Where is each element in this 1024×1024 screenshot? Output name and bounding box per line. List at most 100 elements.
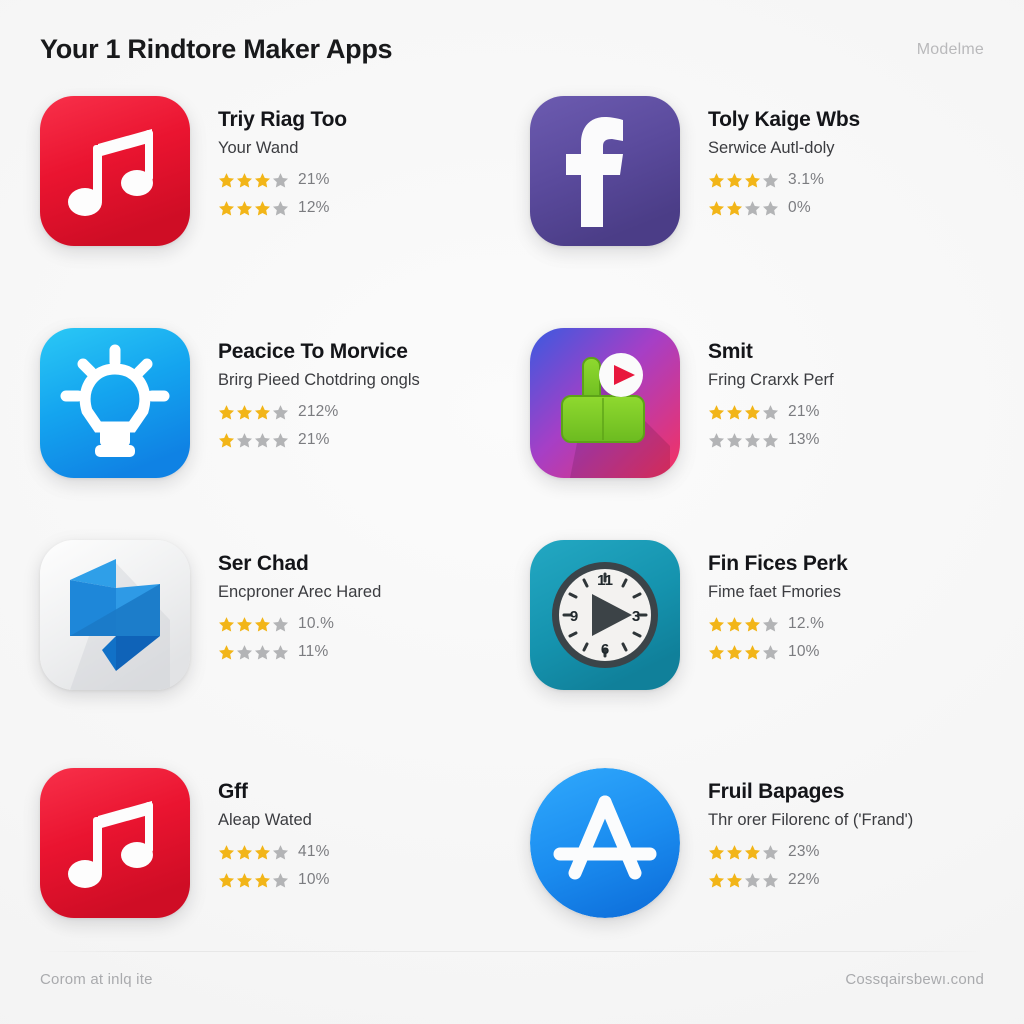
rating-percent: 3.1%	[788, 171, 825, 189]
app-info: Gff Aleap Wated 41% 10%	[218, 764, 330, 896]
rating-percent: 22%	[788, 871, 820, 889]
app-icon-wrap[interactable]	[526, 324, 684, 482]
music-note-icon[interactable]	[40, 768, 190, 918]
rating-row: 41%	[218, 840, 330, 865]
app-info: Ser Chad Encproner Arec Hared 10.% 11%	[218, 536, 381, 668]
app-card[interactable]: Peacice To Morvice Brirg Pieed Chotdring…	[36, 324, 526, 536]
rating-percent: 10%	[788, 643, 820, 661]
star-rating	[218, 872, 289, 889]
rating-row: 10%	[708, 640, 848, 665]
rating-row: 21%	[218, 428, 420, 453]
rating-percent: 41%	[298, 843, 330, 861]
footer-right-text: Cossqairsbewı.cond	[845, 970, 984, 988]
app-card[interactable]: Gff Aleap Wated 41% 10%	[36, 764, 526, 924]
app-subtitle: Thr orer Filorenc of ('Frand')	[708, 811, 914, 830]
app-icon-wrap[interactable]	[36, 764, 194, 922]
app-name: Gff	[218, 780, 248, 803]
rating-row: 212%	[218, 400, 420, 425]
app-card[interactable]: Smit Fring Crarxk Perf 21% 13%	[526, 324, 996, 536]
svg-text:9: 9	[570, 608, 578, 625]
app-icon-wrap[interactable]	[526, 92, 684, 250]
clock-play-icon[interactable]: 11 3 6 9	[530, 540, 680, 690]
star-rating	[708, 432, 779, 449]
app-store-icon[interactable]	[530, 768, 680, 918]
app-info: Fin Fices Perk Fime faet Fmories 12.% 10…	[708, 536, 848, 668]
facebook-f-icon[interactable]	[530, 96, 680, 246]
thumbs-up-play-icon[interactable]	[530, 328, 680, 478]
page-footer: Corom at inlq ite Cossqairsbewı.cond	[40, 964, 984, 994]
app-name: Toly Kaige Wbs	[708, 108, 860, 131]
folded-paper-icon[interactable]	[40, 540, 190, 690]
footer-divider	[36, 951, 988, 952]
rating-row: 10%	[218, 868, 330, 893]
app-icon-wrap[interactable]	[36, 536, 194, 694]
app-info: Smit Fring Crarxk Perf 21% 13%	[708, 324, 834, 456]
app-list-page: Your 1 Rindtore Maker Apps Modelme Triy …	[0, 0, 1024, 1024]
app-icon-wrap[interactable]	[36, 92, 194, 250]
rating-row: 12%	[218, 196, 347, 221]
app-name: Ser Chad	[218, 552, 309, 575]
rating-percent: 212%	[298, 403, 339, 421]
app-icon-wrap[interactable]	[526, 764, 684, 922]
app-subtitle: Fring Crarxk Perf	[708, 371, 834, 390]
app-card[interactable]: Toly Kaige Wbs Serwice Autl-doly 3.1% 0%	[526, 92, 996, 324]
app-icon-wrap[interactable]: 11 3 6 9	[526, 536, 684, 694]
app-subtitle: Serwice Autl-doly	[708, 139, 835, 158]
rating-percent: 10.%	[298, 615, 335, 633]
app-info: Fruil Bapages Thr orer Filorenc of ('Fra…	[708, 764, 913, 896]
rating-percent: 21%	[788, 403, 820, 421]
star-rating	[218, 404, 289, 421]
svg-text:11: 11	[597, 572, 613, 589]
rating-row: 10.%	[218, 612, 381, 637]
app-subtitle: Your Wand	[218, 139, 299, 158]
app-name: Smit	[708, 340, 753, 363]
app-grid: Triy Riag Too Your Wand 21% 12% Toly Kai…	[36, 92, 996, 924]
rating-row: 23%	[708, 840, 913, 865]
app-name: Fruil Bapages	[708, 780, 845, 803]
app-name: Peacice To Morvice	[218, 340, 408, 363]
rating-percent: 0%	[788, 199, 811, 217]
app-subtitle: Fime faet Fmories	[708, 583, 841, 602]
app-name: Fin Fices Perk	[708, 552, 848, 575]
rating-percent: 12%	[298, 199, 330, 217]
star-rating	[708, 404, 779, 421]
rating-percent: 21%	[298, 431, 330, 449]
rating-percent: 11%	[298, 643, 329, 661]
app-subtitle: Encproner Arec Hared	[218, 583, 382, 602]
star-rating	[708, 844, 779, 861]
page-header: Your 1 Rindtore Maker Apps Modelme	[40, 28, 984, 72]
star-rating	[218, 200, 289, 217]
rating-row: 11%	[218, 640, 381, 665]
app-subtitle: Brirg Pieed Chotdring ongls	[218, 371, 420, 390]
footer-left-text: Corom at inlq ite	[40, 970, 153, 988]
rating-row: 21%	[218, 168, 347, 193]
app-card[interactable]: Triy Riag Too Your Wand 21% 12%	[36, 92, 526, 324]
app-card[interactable]: Ser Chad Encproner Arec Hared 10.% 11%	[36, 536, 526, 764]
rating-row: 22%	[708, 868, 913, 893]
star-rating	[218, 644, 289, 661]
svg-text:3: 3	[632, 608, 640, 625]
app-card[interactable]: 11 3 6 9 Fin Fices Perk Fime faet Fmorie…	[526, 536, 996, 764]
star-rating	[218, 432, 289, 449]
rating-row: 3.1%	[708, 168, 860, 193]
lightbulb-idea-icon[interactable]	[40, 328, 190, 478]
star-rating	[218, 172, 289, 189]
app-subtitle: Aleap Wated	[218, 811, 312, 830]
rating-percent: 10%	[298, 871, 330, 889]
app-name: Triy Riag Too	[218, 108, 347, 131]
page-title: Your 1 Rindtore Maker Apps	[40, 34, 393, 65]
app-card[interactable]: Fruil Bapages Thr orer Filorenc of ('Fra…	[526, 764, 996, 924]
rating-percent: 23%	[788, 843, 820, 861]
rating-row: 21%	[708, 400, 834, 425]
star-rating	[708, 200, 779, 217]
star-rating	[708, 872, 779, 889]
app-icon-wrap[interactable]	[36, 324, 194, 482]
star-rating	[708, 644, 779, 661]
rating-percent: 21%	[298, 171, 330, 189]
music-note-icon[interactable]	[40, 96, 190, 246]
app-info: Toly Kaige Wbs Serwice Autl-doly 3.1% 0%	[708, 92, 860, 224]
app-info: Peacice To Morvice Brirg Pieed Chotdring…	[218, 324, 420, 456]
star-rating	[708, 172, 779, 189]
rating-percent: 12.%	[788, 615, 825, 633]
app-info: Triy Riag Too Your Wand 21% 12%	[218, 92, 347, 224]
